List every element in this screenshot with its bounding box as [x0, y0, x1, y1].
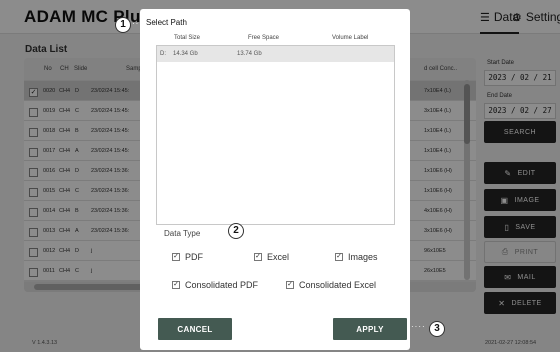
select-path-dialog: Select Path Total Size Free Space Volume… — [140, 9, 410, 350]
data-type-label: Data Type — [164, 229, 201, 238]
option-pdf-label: PDF — [185, 252, 203, 262]
dialog-title: Select Path — [146, 18, 187, 27]
option-images-label: Images — [348, 252, 378, 262]
option-images[interactable]: ✓ Images — [335, 252, 378, 262]
option-pdf[interactable]: ✓ PDF — [172, 252, 203, 262]
option-consolidated-pdf[interactable]: ✓ Consolidated PDF — [172, 280, 258, 290]
path-total: 14.34 Gb — [173, 51, 198, 57]
path-list: D: 14.34 Gb 13.74 Gb — [156, 45, 395, 225]
callout-3: 3 — [429, 321, 445, 337]
images-checkbox[interactable]: ✓ — [335, 253, 343, 261]
option-consolidated-pdf-label: Consolidated PDF — [185, 280, 259, 290]
option-consolidated-excel-label: Consolidated Excel — [299, 280, 377, 290]
apply-button[interactable]: APPLY — [333, 318, 407, 340]
callout-1-leader: ··· — [132, 19, 143, 28]
callout-1: 1 — [115, 17, 131, 33]
cancel-button[interactable]: CANCEL — [158, 318, 232, 340]
consolidated-excel-checkbox[interactable]: ✓ — [286, 281, 294, 289]
option-excel[interactable]: ✓ Excel — [254, 252, 289, 262]
path-drive: D: — [160, 51, 166, 57]
callout-2: 2 — [228, 223, 244, 239]
header-volume-label: Volume Label — [332, 35, 369, 41]
pdf-checkbox[interactable]: ✓ — [172, 253, 180, 261]
option-consolidated-excel[interactable]: ✓ Consolidated Excel — [286, 280, 376, 290]
header-free-space: Free Space — [248, 35, 280, 41]
consolidated-pdf-checkbox[interactable]: ✓ — [172, 281, 180, 289]
path-item-d[interactable]: D: 14.34 Gb 13.74 Gb — [157, 46, 394, 62]
header-total-size: Total Size — [174, 35, 201, 41]
excel-checkbox[interactable]: ✓ — [254, 253, 262, 261]
option-excel-label: Excel — [267, 252, 290, 262]
path-free: 13.74 Gb — [237, 51, 262, 57]
callout-3-leader: ···· — [411, 322, 426, 331]
